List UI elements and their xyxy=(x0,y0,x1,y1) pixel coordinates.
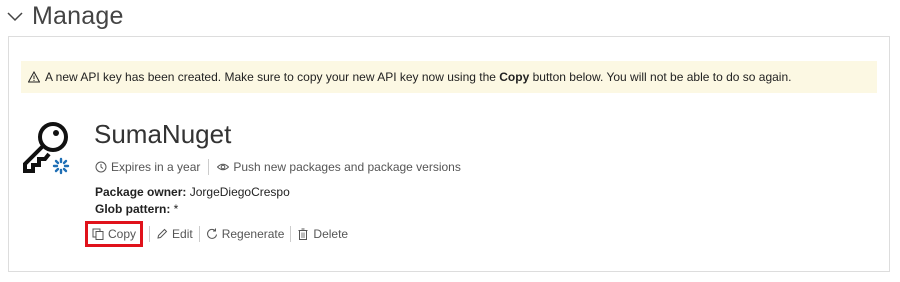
alert-text: A new API key has been created. Make sur… xyxy=(45,70,792,84)
section-title: Manage xyxy=(32,1,124,30)
api-key-actions: Copy Edit Regenerate Delete xyxy=(85,221,354,247)
key-icon xyxy=(23,122,70,175)
manage-section-toggle[interactable]: Manage xyxy=(6,0,124,32)
refresh-icon xyxy=(206,228,217,239)
trash-icon xyxy=(298,228,308,240)
copy-icon xyxy=(92,228,104,240)
api-key-meta: Expires in a year Push new packages and … xyxy=(95,159,461,175)
edit-button[interactable]: Edit xyxy=(150,222,199,246)
copy-label: Copy xyxy=(108,227,137,241)
warning-icon xyxy=(28,71,40,83)
clock-icon xyxy=(95,161,107,173)
api-key-name: SumaNuget xyxy=(94,119,232,149)
eye-icon xyxy=(217,163,230,171)
delete-button[interactable]: Delete xyxy=(291,222,354,246)
glob-pattern-label: Glob pattern: xyxy=(95,202,171,216)
pencil-icon xyxy=(157,228,168,239)
package-owner: Package owner: JorgeDiegoCrespo xyxy=(95,185,290,199)
package-owner-value: JorgeDiegoCrespo xyxy=(189,185,290,199)
edit-label: Edit xyxy=(172,227,193,241)
glob-pattern-value: * xyxy=(173,202,179,216)
glob-pattern: Glob pattern: * xyxy=(95,202,178,216)
chevron-down-icon xyxy=(7,12,23,22)
scope-info: Push new packages and package versions xyxy=(217,160,461,174)
expiry-info: Expires in a year xyxy=(95,160,200,174)
expiry-text: Expires in a year xyxy=(111,160,201,174)
regenerate-label: Regenerate xyxy=(221,227,285,241)
api-key-panel: A new API key has been created. Make sur… xyxy=(8,36,890,272)
scope-text: Push new packages and package versions xyxy=(233,160,461,174)
regenerate-button[interactable]: Regenerate xyxy=(200,222,291,246)
delete-label: Delete xyxy=(313,227,349,241)
api-key-created-alert: A new API key has been created. Make sur… xyxy=(21,61,877,93)
package-owner-label: Package owner: xyxy=(95,185,187,199)
copy-button[interactable]: Copy xyxy=(85,221,144,247)
meta-divider xyxy=(208,159,210,175)
